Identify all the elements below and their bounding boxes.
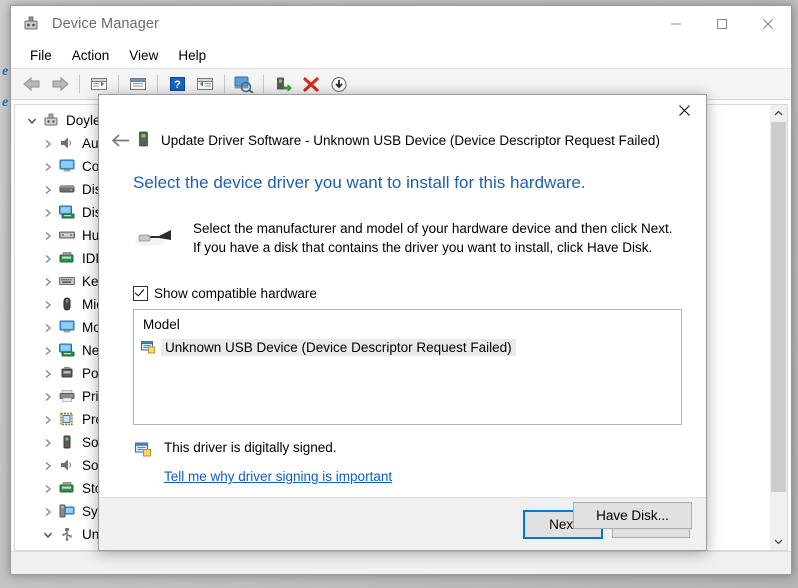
dialog-header: Update Driver Software - Unknown USB Dev… (99, 95, 706, 157)
computer-icon (43, 113, 61, 129)
disable-device-icon[interactable] (326, 72, 352, 96)
show-compatible-hardware-row[interactable]: Show compatible hardware (133, 286, 682, 301)
print-queue-icon (59, 389, 77, 405)
driver-icon (141, 340, 157, 354)
dialog-title: Update Driver Software - Unknown USB Dev… (161, 132, 660, 148)
computer-icon (59, 159, 77, 175)
maximize-button[interactable] (699, 6, 745, 42)
network-adapter-icon (59, 343, 77, 359)
driver-signing-link[interactable]: Tell me why driver signing is important (164, 469, 392, 484)
driver-signed-text: This driver is digitally signed. (164, 440, 337, 455)
chevron-right-icon[interactable] (37, 369, 59, 379)
show-compatible-hardware-checkbox[interactable] (133, 286, 148, 301)
window-controls (653, 6, 791, 42)
usb-device-icon (63, 550, 81, 551)
scan-for-hardware-changes-icon[interactable] (231, 72, 257, 96)
have-disk-button[interactable]: Have Disk... (573, 502, 692, 529)
svg-text:?: ? (174, 79, 181, 91)
back-arrow-icon[interactable] (107, 128, 135, 152)
update-driver-dialog: Update Driver Software - Unknown USB Dev… (98, 94, 707, 551)
device-manager-icon (22, 15, 40, 33)
chevron-right-icon[interactable] (37, 185, 59, 195)
chevron-right-icon[interactable] (37, 277, 59, 287)
show-hide-console-tree-icon[interactable] (86, 72, 112, 96)
window-title: Device Manager (52, 16, 159, 32)
ide-controller-icon (59, 251, 77, 267)
chevron-right-icon[interactable] (37, 208, 59, 218)
software-device-icon (59, 435, 77, 451)
model-column-header: Model (143, 317, 180, 332)
chevron-right-icon[interactable] (37, 139, 59, 149)
chevron-down-icon[interactable] (21, 116, 43, 126)
model-list-item-label: Unknown USB Device (Device Descriptor Re… (161, 338, 516, 356)
display-adapter-icon (59, 205, 77, 221)
driver-signed-icon (135, 442, 153, 458)
chevron-right-icon[interactable] (37, 461, 59, 471)
keyboard-icon (59, 274, 77, 290)
dialog-instruction-text: Select the manufacturer and model of you… (193, 221, 673, 255)
audio-icon (59, 136, 77, 152)
model-list-item[interactable]: Unknown USB Device (Device Descriptor Re… (134, 337, 681, 357)
storage-controller-icon (59, 481, 77, 497)
monitor-icon (59, 320, 77, 336)
menu-bar: File Action View Help (11, 42, 791, 69)
chevron-right-icon[interactable] (37, 484, 59, 494)
chevron-right-icon[interactable] (37, 346, 59, 356)
chevron-right-icon[interactable] (37, 507, 59, 517)
disk-drive-icon (59, 182, 77, 198)
toolbar-separator (263, 75, 264, 93)
usb-connector-icon (133, 219, 177, 253)
usb-device-icon (137, 131, 151, 149)
chevron-right-icon[interactable] (37, 392, 59, 402)
menu-item-view[interactable]: View (119, 45, 168, 66)
mouse-icon (59, 297, 77, 313)
system-device-icon (59, 504, 77, 520)
status-bar (11, 551, 791, 574)
hid-icon (59, 228, 77, 244)
toolbar-separator (224, 75, 225, 93)
chevron-right-icon[interactable] (37, 254, 59, 264)
minimize-button[interactable] (653, 6, 699, 42)
properties-icon[interactable] (125, 72, 151, 96)
dialog-heading: Select the device driver you want to ins… (133, 173, 586, 192)
model-list-box[interactable]: Model Unknown USB Device (Device Descrip… (133, 309, 682, 425)
toolbar-separator (157, 75, 158, 93)
back-icon[interactable] (19, 72, 45, 96)
chevron-right-icon[interactable] (37, 438, 59, 448)
processor-icon (59, 412, 77, 428)
ports-icon (59, 366, 77, 382)
chevron-right-icon[interactable] (37, 162, 59, 172)
edge-browser-icon[interactable]: e (2, 64, 8, 80)
edge-browser-icon-2[interactable]: e (2, 95, 8, 111)
menu-item-action[interactable]: Action (62, 45, 120, 66)
usb-controller-icon (59, 527, 77, 543)
toolbar-separator (79, 75, 80, 93)
enable-device-icon[interactable] (270, 72, 296, 96)
dialog-body: Select the device driver you want to ins… (99, 157, 706, 529)
dialog-instruction-row: Select the manufacturer and model of you… (133, 219, 682, 257)
forward-icon[interactable] (47, 72, 73, 96)
driver-signed-row: This driver is digitally signed. Tell me… (133, 440, 682, 484)
chevron-right-icon[interactable] (37, 415, 59, 425)
menu-item-help[interactable]: Help (168, 45, 216, 66)
toolbar-separator (118, 75, 119, 93)
chevron-right-icon[interactable] (37, 323, 59, 333)
show-compatible-hardware-label: Show compatible hardware (154, 286, 317, 301)
chevron-down-icon[interactable] (37, 530, 59, 540)
window-titlebar[interactable]: Device Manager (11, 6, 791, 42)
help-icon[interactable]: ? (164, 72, 190, 96)
chevron-right-icon[interactable] (37, 300, 59, 310)
update-driver-icon[interactable] (192, 72, 218, 96)
sound-controller-icon (59, 458, 77, 474)
close-button[interactable] (745, 6, 791, 42)
chevron-right-icon[interactable] (37, 231, 59, 241)
tree-scrollbar[interactable] (770, 104, 788, 551)
scrollbar-thumb[interactable] (771, 122, 786, 492)
uninstall-device-icon[interactable] (298, 72, 324, 96)
chevron-down-icon[interactable] (770, 533, 787, 550)
chevron-up-icon[interactable] (770, 105, 787, 122)
menu-item-file[interactable]: File (20, 45, 62, 66)
